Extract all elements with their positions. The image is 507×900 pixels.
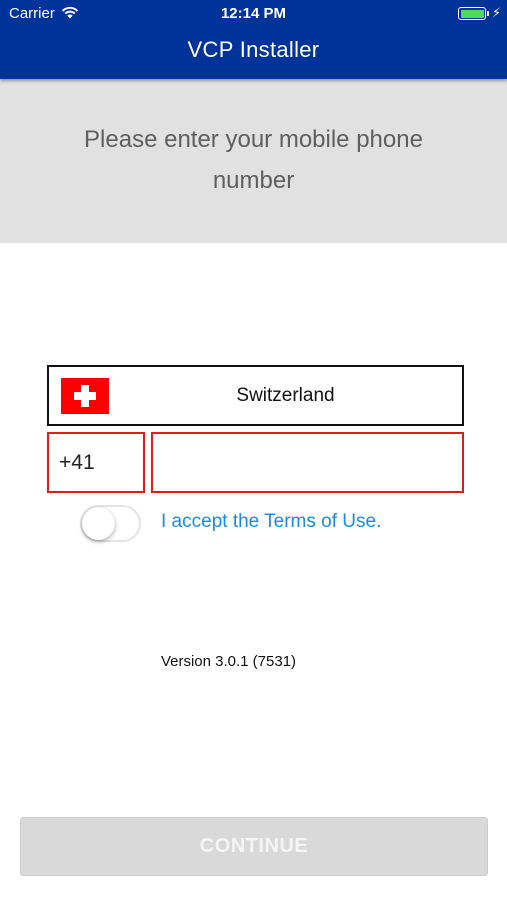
status-bar: Carrier 12:14 PM ⚡︎ [0, 0, 507, 28]
instruction-panel: Please enter your mobile phone number [0, 79, 507, 243]
battery-icon [458, 7, 489, 20]
terms-toggle[interactable] [80, 505, 141, 542]
swiss-flag-icon [61, 378, 109, 414]
toggle-knob [82, 507, 115, 540]
charging-bolt-icon: ⚡︎ [492, 5, 502, 20]
dial-code-field[interactable]: +41 [47, 432, 145, 493]
country-name: Switzerland [236, 385, 335, 406]
clock-time: 12:14 PM [220, 5, 287, 22]
terms-of-use-link[interactable]: I accept the Terms of Use. [161, 511, 381, 533]
navigation-bar: Carrier 12:14 PM ⚡︎ VCP Installer [0, 0, 507, 79]
continue-button[interactable]: CONTINUE [20, 817, 488, 876]
country-selector[interactable]: Switzerland [47, 365, 464, 426]
version-label: Version 3.0.1 (7531) [160, 653, 297, 670]
instruction-text: Please enter your mobile phone number [84, 126, 423, 194]
phone-number-input[interactable] [151, 432, 464, 493]
page-title: VCP Installer [187, 37, 320, 62]
